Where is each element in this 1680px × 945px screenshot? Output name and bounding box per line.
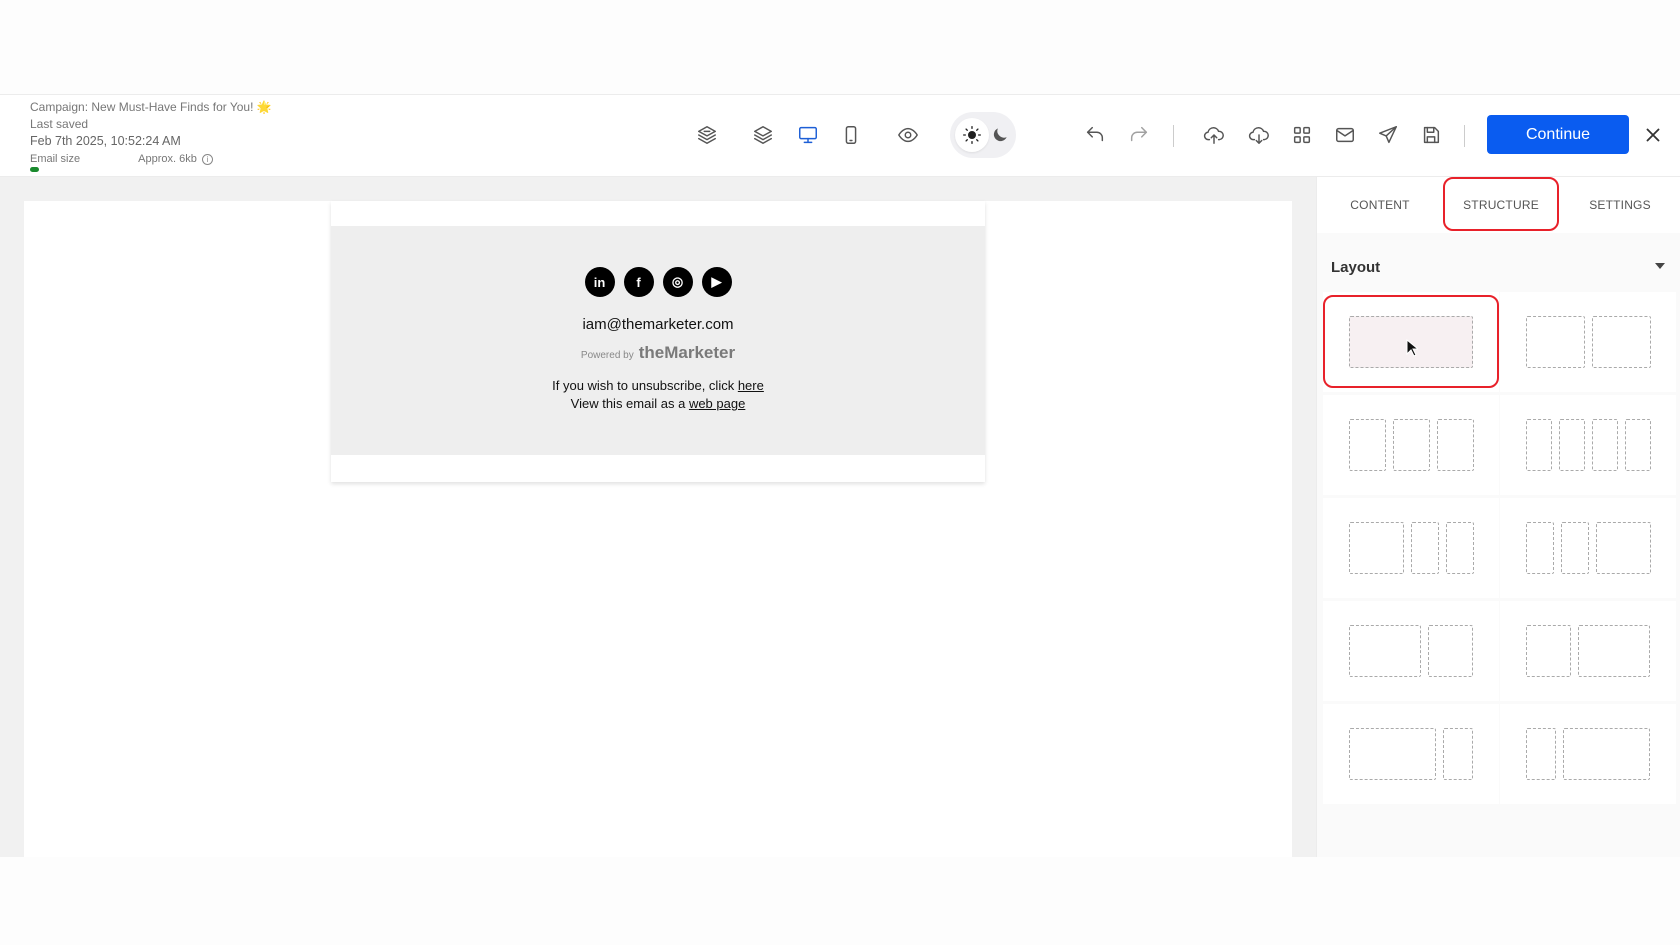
layout-option[interactable] [1323, 498, 1499, 598]
campaign-title: Campaign: New Must-Have Finds for You! 🌟 [30, 100, 272, 114]
layout-option[interactable] [1500, 498, 1676, 598]
instagram-icon[interactable]: ◎ [662, 267, 693, 297]
layout-column [1526, 625, 1571, 677]
layout-column [1392, 419, 1430, 471]
undo-icon[interactable] [1083, 123, 1107, 147]
top-blank-area [0, 0, 1680, 95]
active-tab-highlight [1443, 177, 1559, 231]
layout-section-title: Layout [1331, 259, 1381, 276]
sun-icon[interactable] [955, 118, 989, 152]
powered-by-label: Powered by [580, 350, 634, 361]
webpage-label: View this email as a [570, 396, 686, 411]
layout-column [1591, 419, 1618, 471]
layout-column [1436, 419, 1474, 471]
grid-icon[interactable] [1290, 123, 1314, 147]
send-icon[interactable] [1376, 123, 1400, 147]
close-icon[interactable] [1641, 123, 1665, 147]
tab-settings[interactable]: SETTINGS [1559, 177, 1680, 233]
layout-column [1591, 316, 1651, 368]
redo-icon[interactable] [1127, 123, 1151, 147]
unsubscribe-link[interactable]: here [738, 378, 764, 393]
toolbar-separator [1464, 125, 1465, 147]
facebook-icon[interactable]: f [623, 267, 654, 297]
linkedin-icon[interactable]: in [584, 267, 615, 297]
editor-canvas: in f ◎ ▶ iam@themarketer.com Powered by … [0, 177, 1316, 857]
info-icon[interactable]: i [201, 154, 213, 165]
layout-column [1349, 625, 1421, 677]
mail-icon[interactable] [1333, 123, 1357, 147]
layout-column [1348, 522, 1404, 574]
mouse-cursor-icon [1406, 339, 1418, 357]
preview-eye-icon[interactable] [896, 123, 920, 147]
layout-option[interactable] [1323, 601, 1499, 701]
bottom-blank-area [0, 857, 1680, 945]
layout-column [1578, 625, 1650, 677]
unsubscribe-label: If you wish to unsubscribe, click [552, 378, 735, 393]
webpage-link[interactable]: web page [689, 396, 745, 411]
layout-column [1624, 419, 1651, 471]
layout-column [1595, 522, 1651, 574]
layout-option[interactable] [1323, 395, 1499, 495]
unsubscribe-text: If you wish to unsubscribe, click here V… [331, 377, 985, 413]
brand-logo: theMarketer [638, 343, 736, 362]
upload-icon[interactable] [1202, 123, 1226, 147]
layers-icon[interactable] [751, 123, 775, 147]
panel-tabs: CONTENT STRUCTURE SETTINGS [1317, 177, 1680, 233]
toolbar-separator [1173, 125, 1174, 147]
layout-column [1525, 522, 1554, 574]
powered-by: Powered by theMarketer [331, 343, 985, 363]
youtube-icon[interactable]: ▶ [701, 267, 732, 297]
layout-column [1348, 419, 1386, 471]
layout-column [1349, 728, 1436, 780]
editor-toolbar: Campaign: New Must-Have Finds for You! 🌟… [0, 95, 1680, 177]
continue-button[interactable]: Continue [1487, 115, 1629, 154]
layout-option[interactable] [1500, 292, 1676, 392]
layout-column [1410, 522, 1439, 574]
email-size-value: Approx. 6kb [138, 153, 197, 165]
layout-column [1428, 625, 1473, 677]
theme-toggle[interactable] [950, 112, 1016, 158]
chevron-down-icon[interactable] [1655, 263, 1665, 269]
email-size-bar [30, 167, 39, 172]
layout-column [1525, 316, 1585, 368]
desktop-icon[interactable] [796, 123, 820, 147]
email-size-label: Email size [30, 153, 81, 165]
last-saved-date: Feb 7th 2025, 10:52:24 AM [30, 134, 181, 148]
layout-column [1443, 728, 1473, 780]
mobile-icon[interactable] [839, 123, 863, 147]
moon-icon[interactable] [988, 123, 1012, 147]
layout-column [1558, 419, 1585, 471]
layout-option[interactable] [1500, 704, 1676, 804]
layout-column [1525, 419, 1552, 471]
campaign-meta: Campaign: New Must-Have Finds for You! 🌟… [30, 99, 272, 168]
email-footer-block[interactable]: in f ◎ ▶ iam@themarketer.com Powered by … [331, 226, 985, 455]
right-panel: CONTENT STRUCTURE SETTINGS Layout [1316, 177, 1680, 857]
social-icons-row: in f ◎ ▶ [331, 267, 985, 297]
layout-column [1563, 728, 1650, 780]
layout-option[interactable] [1500, 601, 1676, 701]
email-preview[interactable]: in f ◎ ▶ iam@themarketer.com Powered by … [331, 201, 985, 482]
layout-column [1560, 522, 1589, 574]
last-saved-label: Last saved [30, 117, 89, 131]
layout-column [1526, 728, 1556, 780]
layout-option[interactable] [1323, 704, 1499, 804]
save-icon[interactable] [1419, 123, 1443, 147]
sender-email: iam@themarketer.com [582, 316, 734, 333]
layout-option[interactable] [1500, 395, 1676, 495]
canvas-page: in f ◎ ▶ iam@themarketer.com Powered by … [24, 201, 1292, 857]
download-icon[interactable] [1247, 123, 1271, 147]
layers-stack-icon[interactable] [695, 123, 719, 147]
layout-column [1445, 522, 1474, 574]
tab-content[interactable]: CONTENT [1317, 177, 1443, 233]
